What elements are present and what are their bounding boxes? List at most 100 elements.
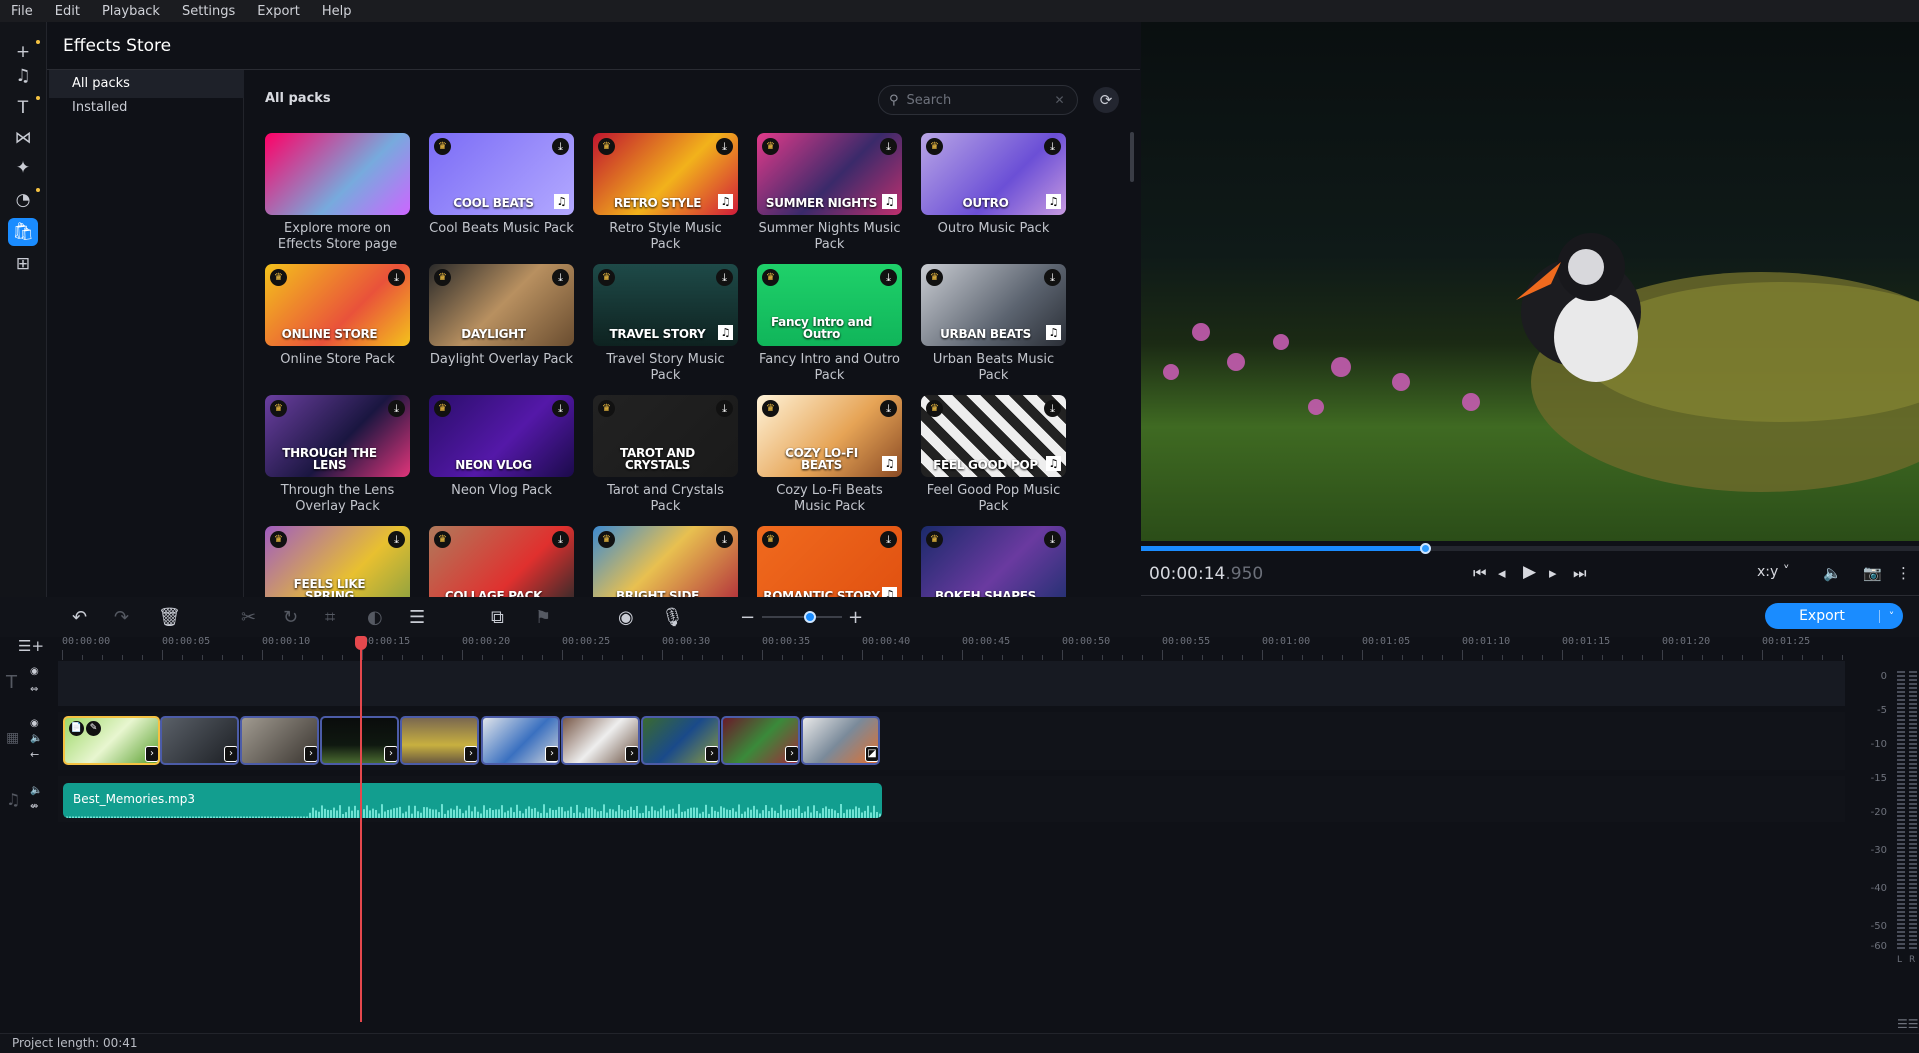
pack-tile[interactable]: COZY LO-FI BEATS ♛ ⤓ ♫ Cozy Lo-Fi Beats Musi… xyxy=(757,395,902,515)
download-icon[interactable]: ⤓ xyxy=(388,531,405,548)
download-icon[interactable]: ⤓ xyxy=(1044,531,1061,548)
text-track[interactable] xyxy=(58,661,1845,706)
skip-start-icon[interactable]: ⏮ xyxy=(1473,564,1487,582)
pack-tile[interactable]: SUMMER NIGHTS ♛ ⤓ ♫ Summer Nights Music Pack xyxy=(757,133,902,253)
text-icon[interactable]: T xyxy=(8,94,40,122)
link-icon[interactable]: ⇎ xyxy=(30,801,38,812)
audio-clip[interactable]: Best_Memories.mp3 xyxy=(63,783,882,818)
transition-icon[interactable]: › xyxy=(384,746,397,762)
pack-tile[interactable]: RETRO STYLE ♛ ⤓ ♫ Retro Style Music Pack xyxy=(593,133,738,253)
download-icon[interactable]: ⤓ xyxy=(880,400,897,417)
download-icon[interactable]: ⤓ xyxy=(1044,269,1061,286)
menu-settings[interactable]: Settings xyxy=(171,4,246,19)
pack-tile[interactable]: OUTRO ♛ ⤓ ♫ Outro Music Pack xyxy=(921,133,1066,237)
pack-tile[interactable]: COOL BEATS ♛ ⤓ ♫ Cool Beats Music Pack xyxy=(429,133,574,237)
scrollbar[interactable] xyxy=(1130,132,1134,182)
video-clip[interactable]: › xyxy=(481,716,560,765)
more-icon[interactable]: ⋮ xyxy=(1896,564,1911,582)
next-frame-icon[interactable]: ▸ xyxy=(1549,564,1557,582)
video-clip[interactable]: › xyxy=(641,716,720,765)
overlay-icon[interactable]: ⧉ xyxy=(491,607,504,628)
redo-icon[interactable]: ↷ xyxy=(114,607,129,628)
visibility-icon[interactable]: ◉ xyxy=(30,718,39,729)
mute-icon[interactable]: 🔈 xyxy=(30,785,42,796)
skip-end-icon[interactable]: ⏭ xyxy=(1573,564,1587,582)
menu-file[interactable]: File xyxy=(0,4,44,19)
download-icon[interactable]: ⤓ xyxy=(716,531,733,548)
marker-icon[interactable]: ⚑ xyxy=(535,607,551,628)
zoom-in-icon[interactable]: + xyxy=(848,607,863,628)
arrow-left-icon[interactable]: ← xyxy=(30,748,39,761)
download-icon[interactable]: ⤓ xyxy=(552,400,569,417)
stickers-icon[interactable]: ◔ xyxy=(8,186,40,214)
transition-icon[interactable]: › xyxy=(145,746,158,762)
transition-icon[interactable]: › xyxy=(785,746,798,762)
download-icon[interactable]: ⤓ xyxy=(1044,400,1061,417)
meter-settings-icon[interactable]: ☰☰ xyxy=(1897,1017,1919,1031)
menu-playback[interactable]: Playback xyxy=(91,4,171,19)
nav-installed[interactable]: Installed xyxy=(49,94,244,122)
video-clip[interactable]: › 📄 ✎ xyxy=(63,716,160,765)
menu-help[interactable]: Help xyxy=(311,4,363,19)
refresh-button[interactable]: ⟳ xyxy=(1093,87,1119,113)
playhead[interactable] xyxy=(360,637,362,1022)
pack-tile[interactable]: FEELS LIKE SPRING ♛ ⤓ xyxy=(265,526,410,597)
transition-icon[interactable]: › xyxy=(464,746,477,762)
pack-tile[interactable]: ROMANTIC STORY ♛ ⤓ ♫ xyxy=(757,526,902,597)
zoom-slider-handle[interactable] xyxy=(804,611,816,623)
color-adjust-icon[interactable]: ◐ xyxy=(367,607,383,628)
download-icon[interactable]: ⤓ xyxy=(552,531,569,548)
effects-icon[interactable]: ✦ xyxy=(8,154,38,182)
transition-icon[interactable]: ◪ xyxy=(865,746,878,762)
download-icon[interactable]: ⤓ xyxy=(880,138,897,155)
pack-tile[interactable]: BRIGHT SIDE ♛ ⤓ xyxy=(593,526,738,597)
video-clip[interactable]: › xyxy=(240,716,319,765)
volume-icon[interactable]: 🔈 xyxy=(1823,564,1842,582)
visibility-icon[interactable]: ◉ xyxy=(30,666,39,677)
add-track-icon[interactable]: ☰+ xyxy=(18,637,44,655)
video-clip[interactable]: › xyxy=(721,716,800,765)
menu-edit[interactable]: Edit xyxy=(44,4,91,19)
snapshot-icon[interactable]: 📷 xyxy=(1863,564,1882,582)
delete-icon[interactable]: 🗑 xyxy=(158,607,181,628)
pack-tile[interactable]: BOKEH SHAPES ♛ ⤓ xyxy=(921,526,1066,597)
download-icon[interactable]: ⤓ xyxy=(552,269,569,286)
clear-icon[interactable]: ✕ xyxy=(1055,93,1065,107)
undo-icon[interactable]: ↶ xyxy=(72,607,87,628)
timeline-ruler[interactable]: 00:00:00 00:00:05 00:00:10 00:00:15 00:00:20… xyxy=(58,634,1845,660)
download-icon[interactable]: ⤓ xyxy=(1044,138,1061,155)
pack-tile[interactable]: Fancy Intro and Outro ♛ ⤓ Fancy Intro and O… xyxy=(757,264,902,384)
transition-icon[interactable]: › xyxy=(545,746,558,762)
prev-frame-icon[interactable]: ◂ xyxy=(1498,564,1506,582)
download-icon[interactable]: ⤓ xyxy=(880,531,897,548)
pack-tile[interactable]: TAROT AND CRYSTALS ♛ ⤓ Tarot and Crystals P… xyxy=(593,395,738,515)
cut-icon[interactable]: ✂ xyxy=(241,607,256,628)
search-input[interactable] xyxy=(906,92,1047,108)
link-icon[interactable]: ⇔ xyxy=(30,684,38,695)
download-icon[interactable]: ⤓ xyxy=(388,400,405,417)
pack-tile[interactable]: COLLAGE PACK ♛ ⤓ xyxy=(429,526,574,597)
mute-icon[interactable]: 🔈 xyxy=(30,733,42,744)
menu-export[interactable]: Export xyxy=(246,4,311,19)
transition-icon[interactable]: › xyxy=(224,746,237,762)
transition-icon[interactable]: › xyxy=(705,746,718,762)
download-icon[interactable]: ⤓ xyxy=(716,269,733,286)
video-clip[interactable]: ◪ xyxy=(801,716,880,765)
download-icon[interactable]: ⤓ xyxy=(880,269,897,286)
pack-tile[interactable]: URBAN BEATS ♛ ⤓ ♫ Urban Beats Music Pack xyxy=(921,264,1066,384)
clip-info-icon[interactable]: 📄 xyxy=(69,721,84,736)
more-tools-icon[interactable]: ⊞ xyxy=(8,250,38,278)
properties-icon[interactable]: ☰ xyxy=(409,607,425,628)
pack-tile[interactable]: FEEL GOOD POP ♛ ⤓ ♫ Feel Good Pop Music Pack xyxy=(921,395,1066,515)
transition-icon[interactable]: › xyxy=(304,746,317,762)
pack-tile[interactable]: DAYLIGHT ♛ ⤓ Daylight Overlay Pack xyxy=(429,264,574,368)
transition-icon[interactable]: › xyxy=(625,746,638,762)
download-icon[interactable]: ⤓ xyxy=(716,138,733,155)
export-dropdown-icon[interactable]: ˅ xyxy=(1879,609,1903,623)
store-icon[interactable]: 🛍 xyxy=(8,218,38,246)
download-icon[interactable]: ⤓ xyxy=(552,138,569,155)
microphone-icon[interactable]: 🎙 xyxy=(661,607,684,628)
webcam-icon[interactable]: ◉ xyxy=(618,607,634,628)
pack-tile[interactable]: TRAVEL STORY ♛ ⤓ ♫ Travel Story Music Pack xyxy=(593,264,738,384)
video-clip[interactable]: › xyxy=(160,716,239,765)
